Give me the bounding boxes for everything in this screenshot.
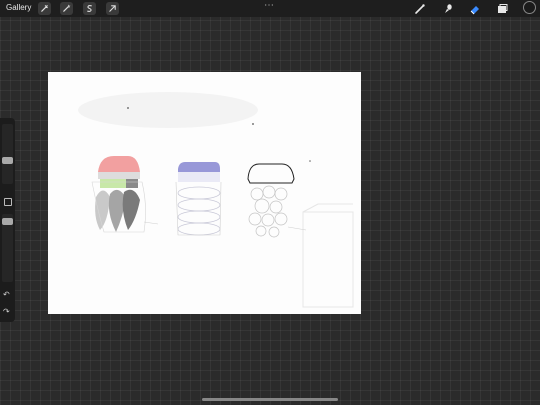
gallery-button[interactable]: Gallery bbox=[6, 3, 31, 12]
home-indicator bbox=[202, 398, 338, 401]
more-icon[interactable]: ⋯ bbox=[264, 0, 275, 11]
sketch-colored-figure bbox=[91, 156, 159, 233]
canvas-sketch bbox=[78, 92, 354, 308]
drawing-canvas[interactable] bbox=[48, 72, 361, 314]
brush-icon[interactable] bbox=[413, 2, 427, 16]
top-toolbar: Gallery ⋯ bbox=[0, 0, 540, 17]
transform-arrow-icon[interactable] bbox=[106, 2, 119, 15]
selection-icon[interactable] bbox=[83, 2, 96, 15]
sketch-outline-figure bbox=[247, 163, 307, 238]
opacity-thumb[interactable] bbox=[2, 218, 13, 225]
brush-size-thumb[interactable] bbox=[2, 157, 13, 164]
undo-icon[interactable]: ↶ bbox=[3, 290, 10, 299]
left-sidebar: ↶ ↷ bbox=[0, 118, 15, 322]
smudge-icon[interactable] bbox=[441, 2, 455, 16]
wrench-icon[interactable] bbox=[38, 2, 51, 15]
eraser-icon[interactable] bbox=[468, 2, 482, 16]
layers-icon[interactable] bbox=[495, 2, 509, 16]
color-swatch[interactable] bbox=[523, 1, 536, 14]
magic-wand-icon[interactable] bbox=[60, 2, 73, 15]
sketch-purple-figure bbox=[175, 162, 222, 236]
modify-button[interactable] bbox=[4, 198, 12, 206]
brush-size-slider[interactable] bbox=[2, 124, 13, 184]
redo-icon[interactable]: ↷ bbox=[3, 307, 10, 316]
